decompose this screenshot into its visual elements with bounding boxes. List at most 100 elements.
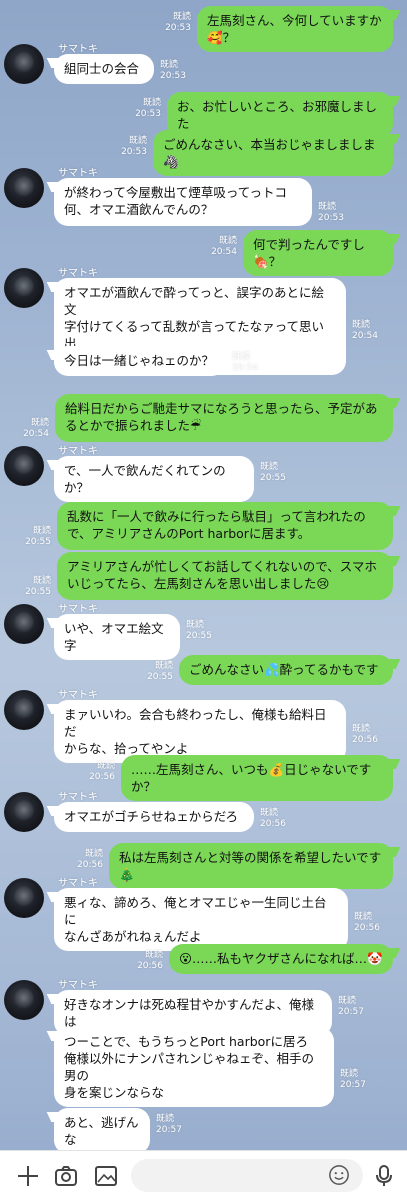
read-receipt: 既読 <box>352 724 371 734</box>
mic-icon[interactable] <box>371 1163 397 1189</box>
message-bubble[interactable]: 今日は一緒じゃねェのか？ <box>54 346 226 376</box>
message-time: 20:54 <box>352 331 378 341</box>
message-meta: 既読 20:57 <box>340 1069 366 1091</box>
message-bubble[interactable]: アミリアさんが忙しくてお話してくれないので、スマホ いじってたら、左馬刻さんを思… <box>57 552 393 600</box>
message-bubble[interactable]: 給料日だからご馳走サマになろうと思ったら、予定があ るとかで振られました☔ <box>55 394 393 442</box>
message-time: 20:54 <box>232 363 258 373</box>
read-receipt: 既読 <box>232 352 251 362</box>
incoming-message-row: つーことで、もうちっとPort harborに居ろ 俺様以外にナンパされンじゃね… <box>0 1027 407 1109</box>
emoji-icon[interactable] <box>328 1164 350 1186</box>
message-bubble[interactable]: 悪ィな、諦めろ、俺とオマエじゃ一生同じ土台に なんざあがれねぇんだよ <box>54 888 348 951</box>
message-time: 20:55 <box>25 537 51 547</box>
plus-icon[interactable] <box>15 1163 41 1189</box>
message-meta: 既読 20:56 <box>354 912 380 934</box>
contact-avatar[interactable] <box>4 980 44 1020</box>
contact-name: サマトキ <box>58 792 98 803</box>
message-time: 20:56 <box>260 819 286 829</box>
contact-name: サマトキ <box>58 980 98 991</box>
message-bubble[interactable]: 乱数に「一人で飲みに行ったら駄目」って言われたの で、アミリアさんのPort h… <box>57 502 393 550</box>
read-receipt: 既読 <box>32 526 51 536</box>
incoming-message-row: サマトキ オマエが酒飲んで酔ってっと、誤字のあとに絵文 字付けてくるって乱数が言っ… <box>0 268 407 375</box>
message-bubble[interactable]: オマエがゴチらせねェからだろ <box>54 802 254 832</box>
incoming-message-row: サマトキ 組同士の会合 既読 20:53 <box>0 44 407 90</box>
contact-avatar[interactable] <box>4 604 44 644</box>
camera-icon[interactable] <box>53 1163 79 1189</box>
read-receipt: 既読 <box>354 912 373 922</box>
message-bubble[interactable]: いや、オマエ絵文字 <box>54 614 180 660</box>
read-receipt: 既読 <box>156 1114 175 1124</box>
read-receipt: 既読 <box>154 661 173 671</box>
message-bubble[interactable]: が終わって今屋敷出て煙草吸ってっトコ 何、オマエ酒飲んでんの？ <box>54 178 312 226</box>
contact-avatar[interactable] <box>4 690 44 730</box>
input-toolbar <box>0 1150 407 1199</box>
contact-name: サマトキ <box>58 878 98 889</box>
message-time: 20:57 <box>338 1007 364 1017</box>
message-time: 20:57 <box>156 1125 182 1135</box>
message-time: 20:56 <box>354 923 380 933</box>
read-receipt: 既読 <box>260 808 279 818</box>
message-meta: 既読 20:54 <box>232 352 258 374</box>
message-meta: 既読 20:54 <box>23 418 49 440</box>
message-time: 20:55 <box>25 587 51 597</box>
message-bubble[interactable]: 😮……私もヤクザさんになれば…🤡 <box>169 944 393 974</box>
message-time: 20:54 <box>211 247 237 257</box>
message-bubble[interactable]: 組同士の会合 <box>54 54 154 84</box>
message-meta: 既読 20:55 <box>147 661 173 683</box>
message-meta: 既読 20:53 <box>121 136 147 158</box>
message-meta: 既読 20:56 <box>137 950 163 972</box>
incoming-message-row: サマトキ で、一人で飲んだくれてンのか？ 既読 20:55 <box>0 446 407 502</box>
read-receipt: 既読 <box>172 12 191 22</box>
message-bubble[interactable]: ごめんなさい💦酔ってるかもです <box>179 655 393 685</box>
message-meta: 既読 20:53 <box>318 202 344 224</box>
read-receipt: 既読 <box>144 950 163 960</box>
message-meta: 既読 20:54 <box>211 236 237 258</box>
message-meta: 既読 20:56 <box>89 761 115 783</box>
message-meta: 既読 20:53 <box>135 98 161 120</box>
read-receipt: 既読 <box>128 136 147 146</box>
read-receipt: 既読 <box>352 320 371 330</box>
contact-avatar[interactable] <box>4 792 44 832</box>
contact-name: サマトキ <box>58 44 98 55</box>
message-time: 20:56 <box>89 772 115 782</box>
message-time: 20:55 <box>147 672 173 682</box>
message-meta: 既読 20:56 <box>352 724 378 746</box>
message-meta: 既読 20:55 <box>260 462 286 484</box>
incoming-message-row: サマトキ 悪ィな、諦めろ、俺とオマエじゃ一生同じ土台に なんざあがれねぇんだよ 既読… <box>0 878 407 951</box>
image-icon[interactable] <box>93 1163 119 1189</box>
contact-avatar[interactable] <box>4 446 44 486</box>
message-time: 20:56 <box>352 735 378 745</box>
message-meta: 既読 20:54 <box>352 320 378 342</box>
message-time: 20:56 <box>137 961 163 971</box>
message-time: 20:56 <box>77 860 103 870</box>
contact-avatar[interactable] <box>4 268 44 308</box>
message-time: 20:54 <box>23 429 49 439</box>
incoming-message-row: あと、逃げんな 既読 20:57 <box>0 1108 407 1154</box>
message-meta: 既読 20:57 <box>338 996 364 1018</box>
message-meta: 既読 20:55 <box>25 526 51 548</box>
message-bubble[interactable]: まァいいわ。会合も終わったし、俺様も給料日だ からな、拾ってやンよ <box>54 700 346 763</box>
chat-area: 左馬刻さん、今何していますか🥰？ 既読 20:53 サマトキ 組同士の会合 既読 20:53… <box>0 0 407 1154</box>
read-receipt: 既読 <box>32 576 51 586</box>
read-receipt: 既読 <box>84 849 103 859</box>
contact-avatar[interactable] <box>4 168 44 208</box>
incoming-message-row: サマトキ オマエがゴチらせねェからだろ 既読 20:56 <box>0 792 407 838</box>
message-time: 20:53 <box>318 213 344 223</box>
message-meta: 既読 20:55 <box>25 576 51 598</box>
read-receipt: 既読 <box>186 620 205 630</box>
message-meta: 既読 20:53 <box>165 12 191 34</box>
contact-avatar[interactable] <box>4 878 44 918</box>
read-receipt: 既読 <box>30 418 49 428</box>
message-bubble[interactable]: つーことで、もうちっとPort harborに居ろ 俺様以外にナンパされンじゃね… <box>54 1027 334 1107</box>
message-time: 20:53 <box>135 109 161 119</box>
message-bubble[interactable]: で、一人で飲んだくれてンのか？ <box>54 456 254 502</box>
contact-name: サマトキ <box>58 268 98 279</box>
read-receipt: 既読 <box>338 996 357 1006</box>
read-receipt: 既読 <box>96 761 115 771</box>
read-receipt: 既読 <box>260 462 279 472</box>
message-time: 20:53 <box>121 147 147 157</box>
contact-avatar[interactable] <box>4 44 44 84</box>
message-bubble[interactable]: あと、逃げんな <box>54 1108 150 1154</box>
contact-name: サマトキ <box>58 604 98 615</box>
message-meta: 既読 20:57 <box>156 1114 182 1136</box>
message-time: 20:57 <box>340 1080 366 1090</box>
